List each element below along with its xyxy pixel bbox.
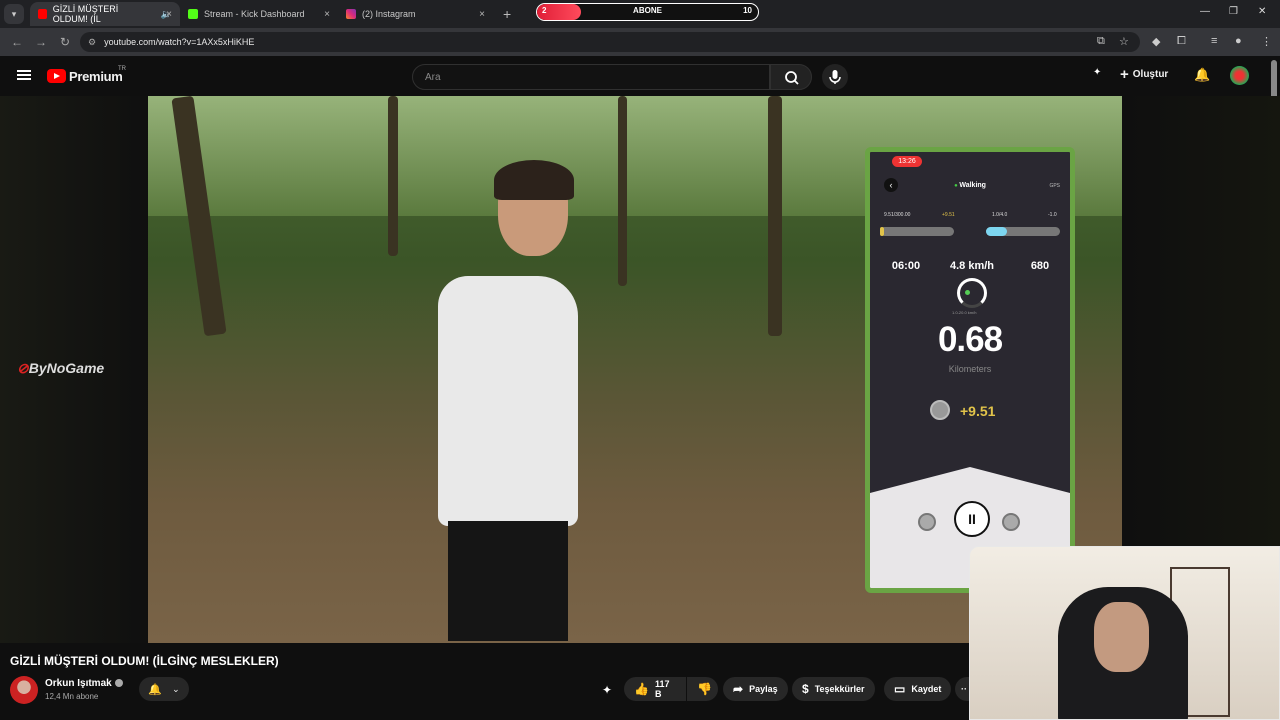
extensions-puzzle-icon[interactable]: ⧠ bbox=[1177, 35, 1186, 48]
verified-check-icon bbox=[114, 679, 123, 688]
notifications-bell-icon[interactable]: 🔔 bbox=[1194, 67, 1210, 83]
phone-app-overlay: 13:26 ‹ Walking GPS 9.51/300.00 +9.51 1.… bbox=[865, 147, 1075, 593]
youtube-favicon-icon bbox=[38, 9, 47, 19]
duration-value: 06:00 bbox=[891, 260, 921, 272]
tree-trunk bbox=[388, 96, 398, 256]
account-avatar[interactable] bbox=[1230, 66, 1249, 85]
close-tab-icon[interactable]: × bbox=[166, 9, 172, 20]
shoe-icon bbox=[1002, 513, 1020, 531]
tree-trunk bbox=[768, 96, 782, 336]
profile-icon[interactable]: ● bbox=[1235, 35, 1242, 47]
gps-indicator: GPS bbox=[1049, 183, 1060, 189]
subscriber-goal: 10 bbox=[743, 6, 752, 15]
bookmark-star-icon[interactable]: ☆ bbox=[1119, 35, 1129, 48]
save-button[interactable]: ▭ Kaydet bbox=[884, 677, 952, 701]
channel-name[interactable]: Orkun Işıtmak bbox=[45, 678, 123, 689]
more-icon: ·· bbox=[961, 684, 967, 694]
new-tab-button[interactable]: + bbox=[503, 6, 511, 22]
steps-value: 680 bbox=[1030, 260, 1050, 272]
video-person bbox=[438, 160, 608, 643]
browser-menu-icon[interactable]: ⋮ bbox=[1261, 35, 1272, 48]
forward-icon[interactable]: → bbox=[34, 35, 48, 49]
tab-search-button[interactable]: ▾ bbox=[4, 4, 24, 24]
notification-preference-button[interactable]: 🔔 ⌄ bbox=[139, 677, 189, 701]
speed-value: 4.8 km/h bbox=[949, 260, 995, 272]
url-text: youtube.com/watch?v=1AXx5xHiKHE bbox=[104, 37, 255, 47]
kick-favicon-icon bbox=[188, 9, 198, 19]
menu-hamburger-icon[interactable] bbox=[17, 70, 31, 80]
activity-mode: Walking bbox=[870, 182, 1070, 189]
close-tab-icon[interactable]: × bbox=[324, 9, 330, 20]
dislike-button[interactable]: 👎 bbox=[687, 677, 718, 701]
distance-value: 0.68 bbox=[937, 320, 1003, 359]
thumbs-down-icon: 👎 bbox=[697, 682, 712, 696]
tab-youtube[interactable]: GİZLİ MÜŞTERİ OLDUM! (İL 🔈 × bbox=[30, 2, 180, 26]
youtube-premium-logo[interactable]: Premium bbox=[69, 69, 123, 84]
restore-icon[interactable]: ❐ bbox=[1229, 6, 1238, 17]
thanks-button[interactable]: $ Teşekkürler bbox=[792, 677, 875, 701]
like-button[interactable]: 👍 117 B bbox=[624, 677, 686, 701]
extension-icon[interactable]: ◆ bbox=[1152, 35, 1160, 48]
media-control-icon[interactable]: ≡ bbox=[1211, 35, 1217, 47]
streamer-face bbox=[1094, 602, 1149, 672]
share-button[interactable]: ➦ Paylaş bbox=[723, 677, 788, 701]
microphone-icon bbox=[829, 70, 841, 84]
earned-value: +9.51 bbox=[960, 403, 996, 419]
window-close-icon[interactable]: ✕ bbox=[1258, 6, 1266, 17]
energy-gain: +9.51 bbox=[942, 212, 955, 218]
subscriber-goal-widget: 2 ABONE 10 bbox=[536, 3, 759, 21]
channel-avatar[interactable] bbox=[10, 676, 38, 704]
brand-watermark: ⊘ByNoGame bbox=[17, 360, 105, 376]
youtube-logo-icon[interactable] bbox=[47, 69, 66, 83]
subscriber-count: 12,4 Mn abone bbox=[45, 692, 99, 701]
instagram-favicon-icon bbox=[346, 9, 356, 19]
tab-instagram[interactable]: (2) Instagram × bbox=[338, 2, 493, 26]
minimize-icon[interactable]: — bbox=[1200, 6, 1210, 17]
tab-kick[interactable]: Stream - Kick Dashboard × bbox=[180, 2, 338, 26]
speed-range: 1.0-20.0 km/h bbox=[952, 310, 977, 315]
subscriber-goal-label: ABONE bbox=[633, 6, 662, 15]
pause-icon: II bbox=[954, 501, 990, 537]
search-input[interactable]: Ara bbox=[412, 64, 770, 90]
video-title: GİZLİ MÜŞTERİ OLDUM! (İLGİNÇ MESLEKLER) bbox=[10, 654, 279, 668]
battery-bar bbox=[986, 227, 1060, 236]
install-app-icon[interactable]: ⧉ bbox=[1097, 35, 1105, 48]
bell-icon: 🔔 bbox=[148, 683, 163, 696]
extension-gift-icon[interactable]: ✦ bbox=[1093, 67, 1101, 78]
site-info-icon[interactable]: ⚙ bbox=[88, 37, 96, 48]
voice-search-button[interactable] bbox=[822, 64, 848, 90]
map-pin-icon bbox=[918, 513, 936, 531]
coin-icon bbox=[930, 400, 950, 420]
phone-clock: 13:26 bbox=[892, 156, 922, 167]
energy-bar bbox=[880, 227, 954, 236]
share-arrow-icon: ➦ bbox=[733, 682, 744, 696]
address-bar[interactable]: ⚙ youtube.com/watch?v=1AXx5xHiKHE bbox=[80, 32, 1140, 52]
energy-stat: 9.51/300.00 bbox=[884, 212, 911, 218]
super-thanks-icon: $ bbox=[802, 682, 809, 696]
browser-toolbar: ← → ↻ ⚙ youtube.com/watch?v=1AXx5xHiKHE bbox=[0, 28, 1280, 56]
region-code: TR bbox=[118, 66, 126, 72]
back-icon[interactable]: ← bbox=[10, 35, 24, 49]
chevron-down-icon: ⌄ bbox=[172, 683, 180, 694]
tree-trunk bbox=[618, 96, 627, 286]
search-button[interactable] bbox=[770, 64, 812, 90]
thumbs-up-icon: 👍 bbox=[634, 682, 649, 696]
distance-unit: Kilometers bbox=[948, 364, 992, 374]
youtube-header: Premium TR Ara ✦ + Oluştur 🔔 bbox=[0, 56, 1280, 96]
reload-icon[interactable]: ↻ bbox=[58, 35, 72, 49]
battery-stat: 1.0/4.0 bbox=[992, 212, 1008, 218]
plus-icon: + bbox=[1120, 66, 1129, 83]
close-tab-icon[interactable]: × bbox=[479, 9, 485, 20]
bookmark-icon: ▭ bbox=[894, 682, 906, 696]
more-actions-button[interactable]: ·· bbox=[955, 677, 969, 701]
search-icon bbox=[785, 71, 799, 85]
create-button[interactable]: + Oluştur bbox=[1120, 66, 1168, 83]
gift-icon[interactable]: ✦ bbox=[602, 683, 612, 697]
webcam-overlay bbox=[969, 546, 1280, 720]
battery-delta: -1.0 bbox=[1048, 212, 1057, 218]
speed-gauge-icon bbox=[957, 278, 987, 308]
